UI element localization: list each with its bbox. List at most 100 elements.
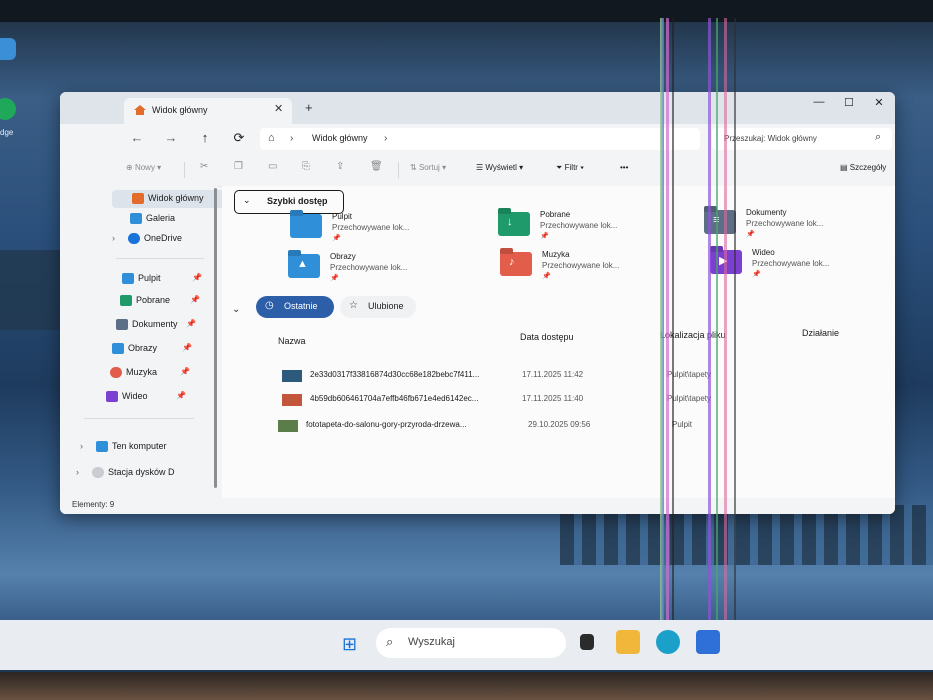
screen-glitch-line [724,18,727,658]
sort-label: Sortuj [418,163,440,172]
pin-icon[interactable]: 📌 [190,295,200,304]
file-name: fototapeta-do-salonu-gory-przyroda-drzew… [306,420,467,429]
share-icon[interactable]: ⇪ [336,161,344,172]
rename-icon[interactable]: ⎘ [302,161,310,172]
sidebar-item-label: OneDrive [144,233,183,243]
sort-button[interactable]: ⇅ Sortuj ▾ [410,163,446,172]
toolbar-divider [398,162,399,178]
quick-access-item-desktop[interactable]: Pulpit Przechowywane lok... 📌 [290,212,460,248]
sidebar-item-label: Galeria [146,213,176,223]
search-box[interactable]: Przeszukaj: Widok główny ⌕ [712,128,892,150]
quick-access-item-documents[interactable]: ≡ Dokumenty Przechowywane lok... 📌 [704,208,874,244]
search-icon[interactable]: ⌕ [875,131,881,144]
refresh-button[interactable]: ⟳ [230,130,248,146]
new-tab-button[interactable]: + [305,100,313,115]
chevron-right-icon[interactable]: › [76,467,79,477]
windows-start-icon[interactable]: ⊞ [342,634,357,655]
taskbar-search-input[interactable]: Wyszukaj [408,636,455,648]
navigation-pane: Widok główny Galeria › OneDrive Pulpit 📌… [60,186,260,498]
home-icon[interactable]: ⌂ [268,132,275,144]
pin-icon[interactable]: 📌 [182,343,192,352]
desktop-app-icon[interactable] [0,38,16,60]
file-date: 17.11.2025 11:42 [522,370,584,379]
tab-favorites-label: Ulubione [368,301,404,311]
details-button[interactable]: ▤ Szczegóły [840,163,886,172]
folder-location: Przechowywane lok... [746,219,824,228]
close-tab-icon[interactable]: ✕ [274,102,283,115]
copy-icon[interactable]: ❐ [234,161,243,172]
monitor-bezel-top [0,0,933,22]
tab-recent[interactable]: ◷ Ostatnie [256,296,334,318]
cloud-icon [128,233,140,244]
screen-glitch-line [672,18,674,658]
pin-icon: 📌 [332,235,341,242]
search-icon: ⌕ [386,634,394,649]
quick-access-item-downloads[interactable]: ↓ Pobrane Przechowywane lok... 📌 [498,210,668,246]
table-row[interactable]: 2e33d0317f33816874d30cc68e182bebc7f411..… [282,368,782,384]
quick-access-item-music[interactable]: ♪ Muzyka Przechowywane lok... 📌 [500,250,670,286]
sidebar-item-label: Wideo [122,391,148,401]
forward-button[interactable]: → [162,130,180,145]
tab-favorites[interactable]: ☆ Ulubione [340,296,416,318]
new-button[interactable]: ⊕ Nowy ▾ [126,163,161,172]
close-window-button[interactable]: ✕ [868,96,890,109]
sidebar-item-label: Obrazy [128,343,158,353]
file-date: 17.11.2025 11:40 [522,394,584,403]
gallery-icon [130,213,142,224]
item-count: Elementy: 9 [72,500,115,509]
more-options-icon[interactable]: ••• [620,163,628,172]
edge-taskbar-icon[interactable] [656,630,680,654]
pin-icon[interactable]: 📌 [180,367,190,376]
pin-icon[interactable]: 📌 [192,273,202,282]
taskbar-search[interactable]: ⌕ Wyszukaj [376,628,566,658]
chevron-right-icon[interactable]: › [80,441,83,451]
star-icon: ☆ [349,300,358,311]
table-row[interactable]: fototapeta-do-salonu-gory-przyroda-drzew… [278,418,778,434]
pin-icon[interactable]: 📌 [176,391,186,400]
chevron-down-icon[interactable]: ⌄ [243,195,251,206]
computer-icon [96,441,108,452]
file-explorer-taskbar-icon[interactable] [616,630,640,654]
task-view-icon[interactable] [580,634,594,650]
sidebar-scrollbar[interactable] [214,188,217,488]
search-input[interactable]: Przeszukaj: Widok główny [724,134,817,143]
minimize-button[interactable]: — [808,96,830,108]
cut-icon[interactable]: ✂ [200,161,208,172]
toolbar-divider [184,162,185,178]
quick-access-item-pictures[interactable]: ▲ Obrazy Przechowywane lok... 📌 [288,252,458,288]
folder-name: Obrazy [330,252,356,261]
maximize-button[interactable]: ☐ [838,96,860,109]
view-button[interactable]: ☰ Wyświetl ▾ [476,163,523,172]
store-taskbar-icon[interactable] [696,630,720,654]
file-date: 29.10.2025 09:56 [528,420,591,429]
music-folder-icon: ♪ [500,252,532,276]
filter-button[interactable]: ⏷ Filtr ▾ [556,163,584,173]
monitor-bezel-bottom [0,672,933,700]
up-button[interactable]: ↑ [196,130,214,145]
table-row[interactable]: 4b59db606461704a7effb46fb671e4ed6142ec..… [282,392,782,408]
pictures-icon [112,343,124,354]
back-button[interactable]: ← [128,130,146,145]
tab-home[interactable]: Widok główny ✕ [124,98,292,124]
column-header-name[interactable]: Nazwa [278,336,306,346]
chevron-right-icon[interactable]: › [112,233,115,243]
pin-icon: 📌 [330,275,339,282]
clock-icon: ◷ [265,300,274,311]
address-bar[interactable]: ⌂ › Widok główny › [260,128,700,150]
desktop-wallpaper-reflection [560,505,933,565]
pin-icon[interactable]: 📌 [186,319,196,328]
chevron-right-icon[interactable]: › [384,133,387,144]
paste-icon[interactable]: ▭ [268,161,277,172]
quick-access-header[interactable]: ⌄ Szybki dostęp [234,190,344,214]
column-header-activity[interactable]: Działanie [802,328,839,338]
delete-icon[interactable]: 🗑 [370,161,383,172]
disc-icon [92,467,104,478]
screen-glitch-line [716,18,718,658]
column-header-date[interactable]: Data dostępu [520,332,574,342]
navigation-bar: ← → ↑ ⟳ ⌂ › Widok główny › Przeszukaj: W… [60,124,895,154]
breadcrumb[interactable]: Widok główny [312,133,368,143]
quick-access-title: Szybki dostęp [267,196,328,206]
chevron-down-icon[interactable]: ⌄ [232,304,240,315]
sidebar-item-this-pc[interactable]: Ten komputer [94,438,242,456]
chevron-right-icon[interactable]: › [290,133,293,144]
